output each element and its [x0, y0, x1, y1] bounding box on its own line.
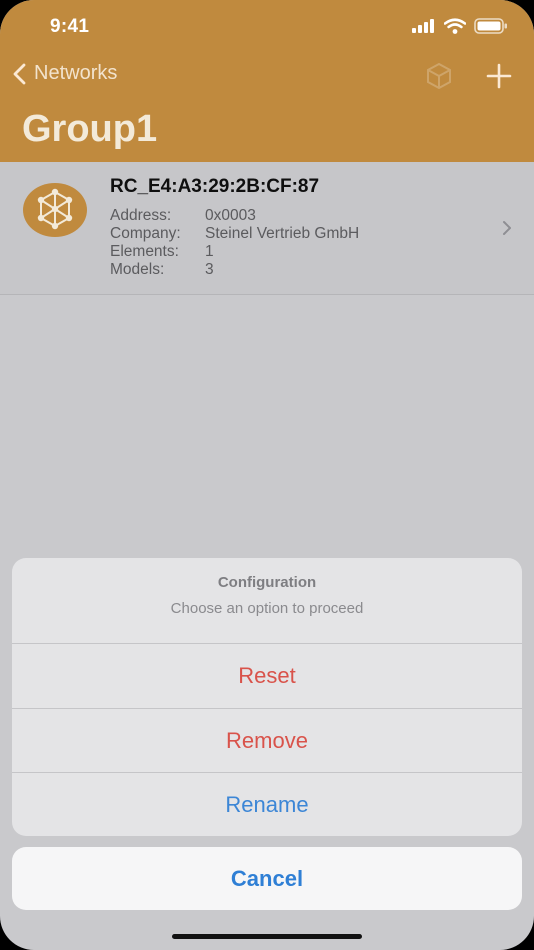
node-list-item[interactable]: RC_E4:A3:29:2B:CF:87 Address: 0x0003 Com…	[0, 162, 534, 295]
detail-label: Elements:	[110, 243, 179, 260]
detail-row-elements: Elements: 1	[110, 243, 359, 261]
detail-label: Address:	[110, 207, 172, 224]
box-icon[interactable]	[426, 62, 452, 90]
reset-button[interactable]: Reset	[12, 644, 522, 708]
detail-row-address: Address: 0x0003	[110, 207, 359, 225]
cancel-button[interactable]: Cancel	[12, 847, 522, 910]
action-sheet-title: Configuration	[217, 574, 317, 591]
detail-value: 1	[205, 243, 214, 260]
cellular-signal-icon	[412, 19, 434, 33]
status-icons	[412, 18, 508, 34]
battery-icon	[474, 18, 507, 34]
page-title: Group1	[22, 108, 158, 150]
node-name: RC_E4:A3:29:2B:CF:87	[110, 176, 320, 197]
chevron-right-icon	[503, 221, 511, 235]
back-button[interactable]: Networks	[12, 62, 117, 85]
home-indicator[interactable]	[172, 934, 362, 939]
detail-value: 0x0003	[205, 207, 256, 224]
plus-icon[interactable]	[486, 63, 512, 89]
detail-value: Steinel Vertrieb GmbH	[205, 225, 360, 242]
wifi-icon	[444, 18, 466, 34]
rename-button[interactable]: Rename	[12, 772, 522, 836]
back-button-label: Networks	[34, 62, 118, 84]
detail-label: Models:	[110, 261, 165, 278]
action-sheet-message: Choose an option to proceed	[170, 600, 364, 617]
status-time: 9:41	[50, 16, 90, 37]
action-sheet: Configuration Choose an option to procee…	[12, 558, 522, 836]
phone-screen: 9:41 Networks Group1 RC_E4:A3:29:2B:CF:8…	[0, 0, 534, 950]
navigation-header: 9:41 Networks Group1	[0, 0, 534, 162]
mesh-network-icon	[23, 183, 87, 237]
detail-label: Company:	[110, 225, 181, 242]
action-sheet-header: Configuration Choose an option to procee…	[12, 558, 522, 644]
remove-button[interactable]: Remove	[12, 708, 522, 772]
chevron-left-icon	[13, 63, 26, 84]
nav-right-buttons	[426, 62, 512, 90]
detail-row-models: Models: 3	[110, 261, 359, 279]
detail-value: 3	[205, 261, 214, 278]
node-details: Address: 0x0003 Company: Steinel Vertrie…	[110, 207, 359, 279]
detail-row-company: Company: Steinel Vertrieb GmbH	[110, 225, 359, 243]
